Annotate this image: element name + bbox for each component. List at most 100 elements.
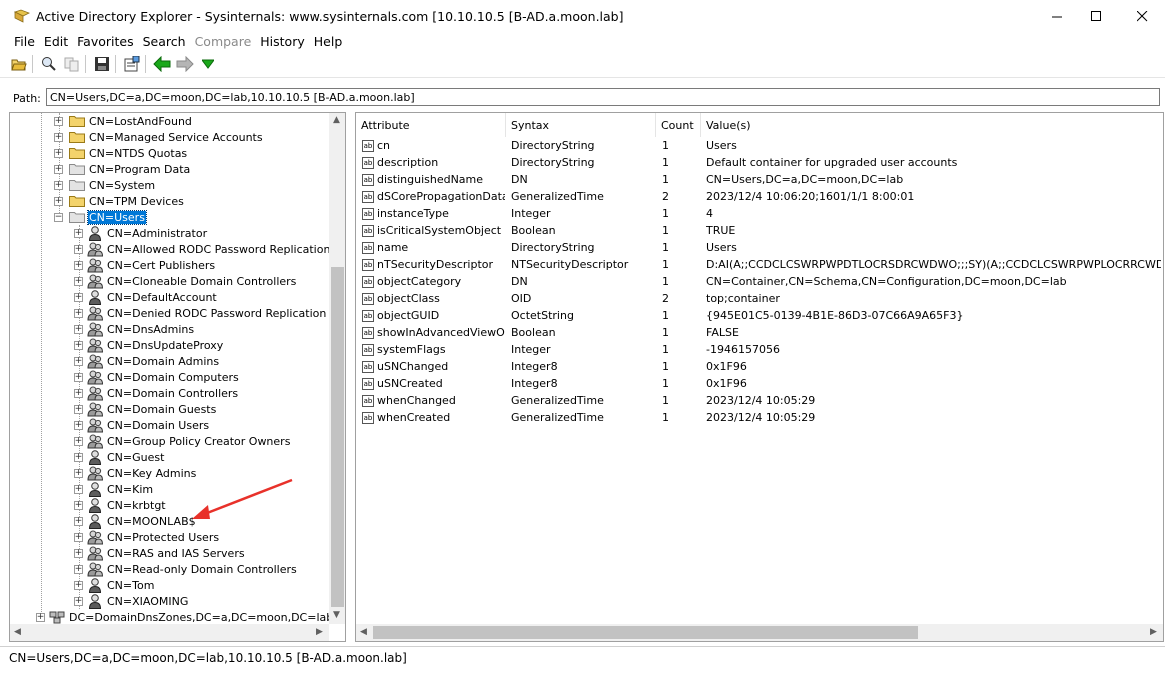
tree-item-child[interactable]: + CN=MOONLAB$ [74,513,197,529]
tree-item-child[interactable]: + CN=Denied RODC Password Replication Gro… [74,305,345,321]
menu-favorites[interactable]: Favorites [77,34,133,49]
tree-item-child[interactable]: + CN=Domain Computers [74,369,240,385]
tree-item-child[interactable]: + CN=Domain Admins [74,353,220,369]
attribute-row[interactable]: ab isCriticalSystemObject Boolean 1 TRUE [356,223,1163,240]
scroll-left-icon[interactable]: ◀ [360,627,367,637]
tree-item-child[interactable]: + CN=Domain Guests [74,401,217,417]
tree-item-child[interactable]: + CN=DnsAdmins [74,321,195,337]
expand-toggle[interactable]: + [54,148,63,158]
expand-toggle[interactable]: + [74,388,83,398]
expand-toggle[interactable]: + [74,404,83,414]
attribute-row[interactable]: ab cn DirectoryString 1 Users [356,138,1163,155]
expand-toggle[interactable]: + [54,116,63,126]
tree-item-child[interactable]: + CN=Domain Controllers [74,385,239,401]
tree-item-child[interactable]: + CN=DefaultAccount [74,289,218,305]
column-header-values[interactable]: Value(s) [701,113,1163,137]
attribute-row[interactable]: ab objectClass OID 2 top;container [356,291,1163,308]
attribute-list[interactable]: Attribute Syntax Count Value(s) ab cn Dire… [355,112,1164,642]
scrollbar-thumb[interactable] [331,267,344,607]
expand-toggle[interactable]: + [74,372,83,382]
column-header-count[interactable]: Count [656,113,701,137]
tree-item-container[interactable]: + CN=NTDS Quotas [54,145,188,161]
attribute-row[interactable]: ab whenChanged GeneralizedTime 1 2023/12/4 1… [356,393,1163,410]
tree-item-child[interactable]: + CN=Allowed RODC Password Replication Gr… [74,241,345,257]
attribute-row[interactable]: ab distinguishedName DN 1 CN=Users,DC=a,DC=m… [356,172,1163,189]
expand-toggle[interactable]: + [74,564,83,574]
tree-item-container[interactable]: + CN=LostAndFound [54,113,193,129]
history-dropdown-button[interactable] [198,54,218,74]
tree-item-child[interactable]: + CN=Cert Publishers [74,257,216,273]
expand-toggle[interactable]: + [74,260,83,270]
tree-item-container[interactable]: + CN=Program Data [54,161,191,177]
tree-item-child[interactable]: + CN=Key Admins [74,465,197,481]
attribute-row[interactable]: ab systemFlags Integer 1 -1946157056 [356,342,1163,359]
tree-item-child[interactable]: + CN=DnsUpdateProxy [74,337,224,353]
attribute-row[interactable]: ab uSNCreated Integer8 1 0x1F96 [356,376,1163,393]
tree-item-child[interactable]: + CN=Read-only Domain Controllers [74,561,298,577]
tree-item-child[interactable]: + CN=Kim [74,481,154,497]
tree-item-child[interactable]: + CN=Cloneable Domain Controllers [74,273,297,289]
expand-toggle[interactable]: + [54,132,63,142]
expand-toggle[interactable]: + [74,516,83,526]
tree-item-child[interactable]: + CN=Administrator [74,225,208,241]
scrollbar-thumb[interactable] [373,626,918,639]
expand-toggle[interactable]: + [74,244,83,254]
expand-toggle[interactable]: + [74,324,83,334]
tree-item-child[interactable]: + CN=XIAOMING [74,593,189,609]
attribute-row[interactable]: ab showInAdvancedViewO... Boolean 1 FALSE [356,325,1163,342]
expand-toggle[interactable]: + [74,548,83,558]
menu-history[interactable]: History [260,34,304,49]
expand-toggle[interactable]: + [74,276,83,286]
back-button[interactable] [152,54,172,74]
attribute-row[interactable]: ab instanceType Integer 1 4 [356,206,1163,223]
tree-item-child[interactable]: + CN=Guest [74,449,165,465]
tree-item-container[interactable]: + CN=System [54,177,156,193]
menu-help[interactable]: Help [314,34,343,49]
attribute-row[interactable]: ab description DirectoryString 1 Default con… [356,155,1163,172]
expand-toggle[interactable]: + [36,612,45,622]
tree-item-child[interactable]: + CN=Protected Users [74,529,220,545]
attribute-row[interactable]: ab dSCorePropagationData GeneralizedTime 2 2… [356,189,1163,206]
menu-edit[interactable]: Edit [44,34,68,49]
expand-toggle[interactable]: + [74,500,83,510]
attribute-row[interactable]: ab uSNChanged Integer8 1 0x1F96 [356,359,1163,376]
scroll-down-icon[interactable]: ▼ [333,610,340,620]
tree-item-child[interactable]: + CN=Tom [74,577,155,593]
expand-toggle[interactable]: + [74,468,83,478]
tree-item-child[interactable]: + CN=Domain Users [74,417,210,433]
tree-item-container[interactable]: + CN=Managed Service Accounts [54,129,264,145]
tree-item-container[interactable]: + CN=TPM Devices [54,193,185,209]
list-horizontal-scrollbar[interactable]: ◀ ▶ [356,624,1163,641]
attribute-row[interactable]: ab nTSecurityDescriptor NTSecurityDescript… [356,257,1163,274]
column-header-syntax[interactable]: Syntax [506,113,656,137]
tree-horizontal-scrollbar[interactable]: ◀ ▶ [10,624,329,641]
expand-toggle[interactable]: + [74,340,83,350]
search-button[interactable] [39,54,59,74]
attribute-row[interactable]: ab whenCreated GeneralizedTime 1 2023/12/4 1… [356,410,1163,427]
save-button[interactable] [92,54,112,74]
expand-toggle[interactable]: + [74,436,83,446]
expand-toggle[interactable]: + [74,596,83,606]
scroll-right-icon[interactable]: ▶ [316,627,323,637]
tree-vertical-scrollbar[interactable]: ▲ ▼ [329,113,345,624]
expand-toggle[interactable]: + [54,180,63,190]
attribute-row[interactable]: ab name DirectoryString 1 Users [356,240,1163,257]
expand-toggle[interactable]: + [54,196,63,206]
expand-toggle[interactable]: + [74,356,83,366]
forward-button[interactable] [175,54,195,74]
expand-toggle[interactable]: + [74,420,83,430]
expand-toggle[interactable]: + [74,308,83,318]
tree-item-container[interactable]: − CN=Users [54,209,147,225]
tree-item-child[interactable]: + CN=RAS and IAS Servers [74,545,246,561]
maximize-button[interactable] [1073,0,1119,32]
tree-item-child[interactable]: + CN=krbtgt [74,497,167,513]
properties-button[interactable] [122,54,142,74]
menu-search[interactable]: Search [143,34,186,49]
scroll-up-icon[interactable]: ▲ [333,115,340,125]
tree-pane[interactable]: + CN=LostAndFound + CN=Managed Service Acco… [9,112,346,642]
expand-toggle[interactable]: + [54,164,63,174]
menu-file[interactable]: File [14,34,35,49]
scroll-left-icon[interactable]: ◀ [14,627,21,637]
expand-toggle[interactable]: + [74,292,83,302]
path-field[interactable]: CN=Users,DC=a,DC=moon,DC=lab,10.10.10.5 … [46,88,1160,106]
